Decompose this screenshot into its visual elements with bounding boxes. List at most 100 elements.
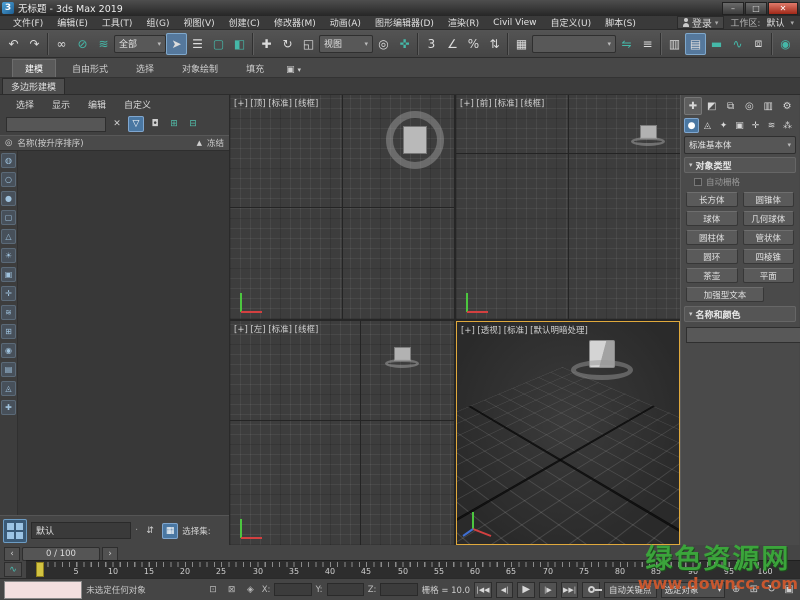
ribbon-tab-populate[interactable]: 填充 [234, 60, 276, 77]
frame-prev-button[interactable]: ‹ [4, 547, 20, 561]
display-toggle-icon[interactable]: ◎ [5, 138, 12, 148]
scene-explorer-list[interactable] [18, 151, 229, 515]
scene-explorer-column-header[interactable]: ◎ 名称(按升序排序) ▲ 冻结 [0, 135, 229, 151]
modify-tab-icon[interactable]: ◩ [703, 97, 721, 115]
filter-icon[interactable]: ▽ [128, 116, 144, 132]
schematic-view-button[interactable]: ⧈ [748, 33, 769, 55]
viewport-top[interactable]: [+] [顶] [标准] [线框] [230, 95, 454, 319]
scene-filter-icon[interactable]: ○ [1, 172, 16, 187]
menu-edit[interactable]: 编辑(E) [50, 16, 95, 29]
percent-snap-toggle[interactable]: % [463, 33, 484, 55]
collapse-all-icon[interactable]: ⊟ [185, 116, 201, 132]
go-to-end-button[interactable]: ▶▶| [561, 582, 579, 598]
menu-group[interactable]: 组(G) [139, 16, 176, 29]
selection-lock-icon[interactable]: ⊠ [224, 582, 239, 597]
menu-animation[interactable]: 动画(A) [323, 16, 368, 29]
auto-key-button[interactable]: 自动关键点 [604, 582, 657, 598]
utilities-tab-icon[interactable]: ⚙ [778, 97, 796, 115]
tube-button[interactable]: 管状体 [743, 230, 795, 245]
mini-curve-editor-button[interactable]: ∿ [4, 562, 22, 577]
select-object-button[interactable]: ➤ [166, 33, 187, 55]
set-key-button[interactable] [582, 582, 600, 598]
name-column-header[interactable]: 名称(按升序排序) [17, 137, 83, 149]
scene-filter-icon[interactable]: ◍ [1, 153, 16, 168]
ribbon-camera-icon[interactable]: ▣ ▾ [280, 63, 307, 77]
scene-filter-icon[interactable]: ⊞ [1, 324, 16, 339]
spinner-snap-toggle[interactable]: ⇅ [484, 33, 505, 55]
toggle-layer-explorer-button[interactable]: ▤ [685, 33, 706, 55]
edit-named-selection-sets-button[interactable]: ▦ [511, 33, 532, 55]
object-name-field[interactable] [686, 327, 800, 343]
snaps-toggle-3d[interactable]: 3 [421, 33, 442, 55]
viewport-left-label[interactable]: [+] [左] [标准] [线框] [234, 323, 318, 335]
spacewarps-category-icon[interactable]: ≋ [764, 118, 779, 133]
reference-coordinate-dropdown[interactable]: 视图 ▾ [319, 35, 373, 53]
align-button[interactable]: ≡ [637, 33, 658, 55]
frame-next-button[interactable]: › [102, 547, 118, 561]
viewport-left[interactable]: [+] [左] [标准] [线框] [230, 321, 454, 545]
se-menu-edit[interactable]: 编辑 [80, 98, 114, 111]
viewport-layout-tabs-icon[interactable] [3, 519, 27, 543]
key-filter-dropdown[interactable]: 选定对象 ▾ [661, 582, 726, 598]
se-menu-display[interactable]: 显示 [44, 98, 78, 111]
torus-button[interactable]: 圆环 [686, 249, 738, 264]
menu-views[interactable]: 视图(V) [176, 16, 221, 29]
sphere-button[interactable]: 球体 [686, 211, 738, 226]
viewport-front-label[interactable]: [+] [前] [标准] [线框] [460, 97, 544, 109]
lights-category-icon[interactable]: ✦ [716, 118, 731, 133]
select-and-rotate-button[interactable]: ↻ [277, 33, 298, 55]
named-selection-sets-dropdown[interactable]: ▾ [532, 35, 616, 53]
ribbon-subtab-polygon-modeling[interactable]: 多边形建模 [2, 78, 65, 94]
scene-filter-icon[interactable]: ≋ [1, 305, 16, 320]
window-crossing-toggle[interactable]: ◧ [229, 33, 250, 55]
cylinder-button[interactable]: 圆柱体 [686, 230, 738, 245]
scene-filter-icon[interactable]: ● [1, 191, 16, 206]
scene-filter-icon[interactable]: ▣ [1, 267, 16, 282]
render-setup-button[interactable]: ⚙ [796, 33, 800, 55]
orbit-icon[interactable]: ↻ [765, 582, 779, 597]
stack-arrows-icon[interactable]: ⇵ [142, 523, 158, 539]
menu-graph-editors[interactable]: 图形编辑器(D) [368, 16, 441, 29]
mirror-button[interactable]: ⇋ [616, 33, 637, 55]
viewcube[interactable] [386, 111, 444, 169]
cone-button[interactable]: 圆锥体 [743, 192, 795, 207]
time-slider[interactable] [36, 562, 44, 577]
menu-civil-view[interactable]: Civil View [486, 18, 543, 28]
go-to-start-button[interactable]: |◀◀ [474, 582, 492, 598]
absolute-mode-icon[interactable]: ◈ [243, 582, 258, 597]
use-pivot-center-button[interactable]: ◎ [373, 33, 394, 55]
scene-filter-icon[interactable]: ✚ [1, 400, 16, 415]
lock-icon[interactable]: ◘ [147, 116, 163, 132]
se-menu-customize[interactable]: 自定义 [116, 98, 159, 111]
frozen-column-header[interactable]: 冻结 [207, 137, 224, 149]
bind-to-space-warp-icon[interactable]: ≋ [93, 33, 114, 55]
maximize-viewport-toggle-icon[interactable]: ▣ [782, 582, 796, 597]
textplus-button[interactable]: 加强型文本 [686, 287, 764, 302]
rectangular-selection-region-button[interactable]: ▢ [208, 33, 229, 55]
zoom-all-icon[interactable]: ⊞ [747, 582, 761, 597]
helpers-category-icon[interactable]: ✛ [748, 118, 763, 133]
motion-tab-icon[interactable]: ◎ [741, 97, 759, 115]
scene-filter-icon[interactable]: ◉ [1, 343, 16, 358]
undo-button[interactable]: ↶ [3, 33, 24, 55]
curve-editor-button[interactable]: ∿ [727, 33, 748, 55]
geometry-category-icon[interactable]: ● [684, 118, 699, 133]
scene-filter-icon[interactable]: ◬ [1, 381, 16, 396]
previous-frame-button[interactable]: ◀| [496, 582, 514, 598]
ribbon-tab-object-paint[interactable]: 对象绘制 [170, 60, 230, 77]
redo-button[interactable]: ↷ [24, 33, 45, 55]
select-and-scale-button[interactable]: ◱ [298, 33, 319, 55]
menu-modifiers[interactable]: 修改器(M) [267, 16, 323, 29]
scene-filter-icon[interactable]: ☀ [1, 248, 16, 263]
search-input[interactable] [6, 117, 106, 132]
shapes-category-icon[interactable]: ◬ [700, 118, 715, 133]
select-by-name-button[interactable]: ☰ [187, 33, 208, 55]
expand-all-icon[interactable]: ⊞ [166, 116, 182, 132]
menu-rendering[interactable]: 渲染(R) [441, 16, 486, 29]
primitive-category-dropdown[interactable]: 标准基本体 ▾ [684, 136, 796, 154]
viewcube[interactable] [384, 347, 420, 368]
systems-category-icon[interactable]: ⁂ [780, 118, 795, 133]
select-and-move-button[interactable]: ✚ [256, 33, 277, 55]
autogrid-checkbox[interactable] [694, 178, 702, 186]
toggle-ribbon-button[interactable]: ▬ [706, 33, 727, 55]
